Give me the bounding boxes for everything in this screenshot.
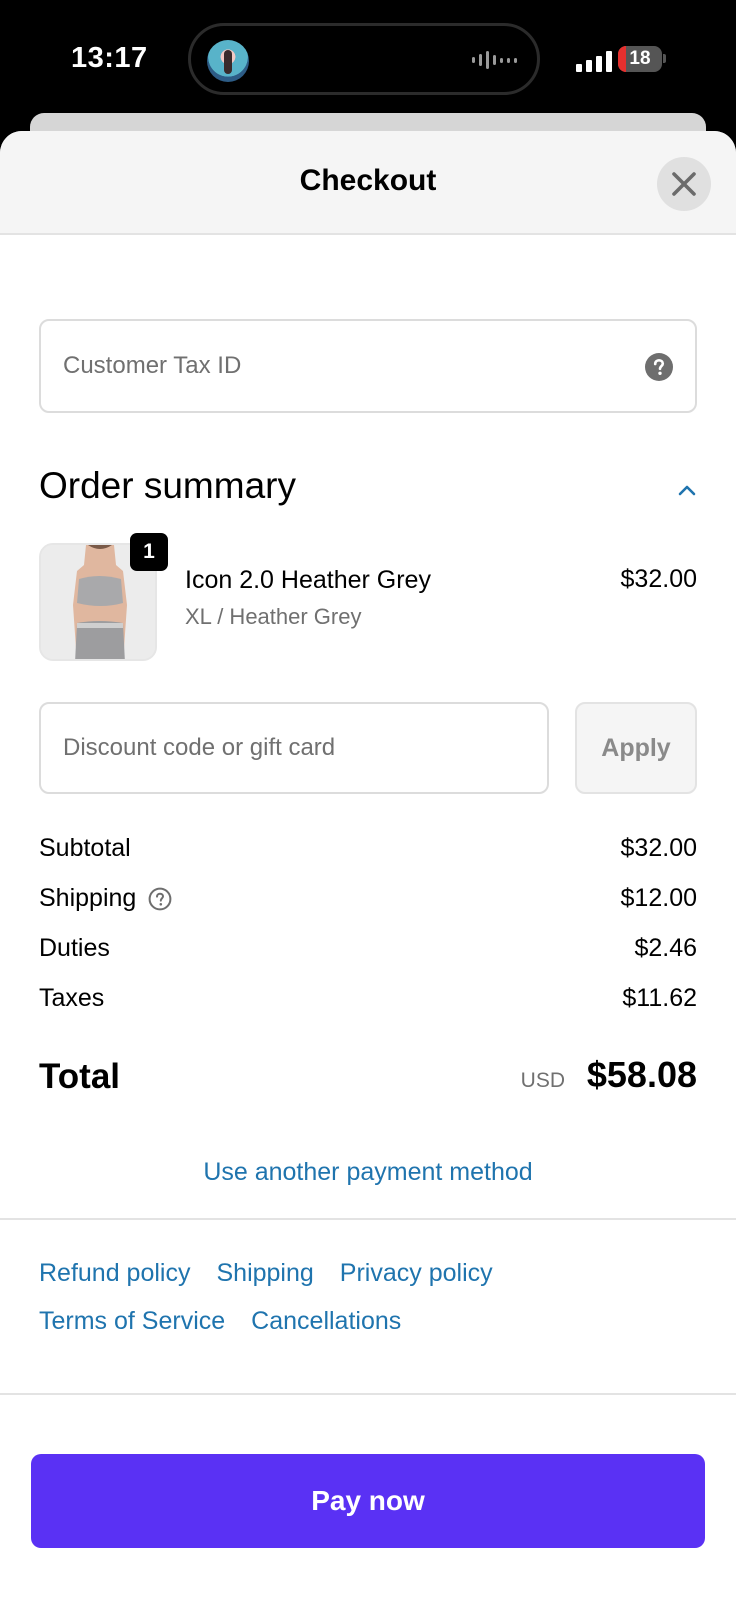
refund-policy-link[interactable]: Refund policy — [39, 1259, 190, 1287]
question-circle-icon[interactable] — [645, 353, 673, 381]
cancellations-link[interactable]: Cancellations — [251, 1307, 401, 1335]
subtotal-label: Subtotal — [39, 834, 131, 862]
pay-now-button[interactable]: Pay now — [31, 1454, 705, 1548]
terms-of-service-link[interactable]: Terms of Service — [39, 1307, 225, 1335]
total-currency: USD — [520, 1069, 565, 1092]
taxes-label: Taxes — [39, 984, 105, 1012]
duties-label: Duties — [39, 934, 110, 962]
shipping-row: Shipping $12.00 — [39, 884, 697, 918]
shipping-label: Shipping — [39, 884, 137, 912]
policy-links: Refund policy Shipping Privacy policy Te… — [39, 1259, 699, 1335]
shipping-policy-link[interactable]: Shipping — [216, 1259, 313, 1287]
checkout-sheet: Checkout Order summary 1 Icon 2.0 Heathe… — [0, 131, 736, 1600]
duties-value: $2.46 — [634, 934, 697, 962]
discount-code-input[interactable] — [41, 704, 547, 792]
sheet-header: Checkout — [0, 131, 736, 235]
status-time: 13:17 — [71, 42, 148, 74]
shipping-value: $12.00 — [620, 884, 697, 912]
close-icon — [672, 172, 696, 196]
audio-waveform-icon — [472, 50, 517, 70]
quantity-badge: 1 — [130, 533, 168, 571]
page-title: Checkout — [299, 164, 437, 197]
battery-tip — [663, 54, 666, 63]
customer-tax-id-input[interactable] — [41, 321, 695, 411]
total-value: $58.08 — [586, 1054, 697, 1095]
order-summary-heading: Order summary — [39, 465, 296, 506]
subtotal-value: $32.00 — [620, 834, 697, 862]
status-bar: 13:17 18 — [0, 0, 736, 118]
discount-code-field[interactable] — [39, 702, 549, 794]
close-button[interactable] — [657, 157, 711, 211]
customer-tax-id-field[interactable] — [39, 319, 697, 413]
product-variant: XL / Heather Grey — [185, 604, 362, 629]
use-another-payment-method-link[interactable]: Use another payment method — [0, 1158, 736, 1187]
product-price: $32.00 — [620, 565, 697, 593]
divider — [0, 1218, 736, 1220]
taxes-row: Taxes $11.62 — [39, 984, 697, 1018]
privacy-policy-link[interactable]: Privacy policy — [340, 1259, 493, 1287]
taxes-value: $11.62 — [622, 984, 697, 1012]
divider — [0, 1393, 736, 1395]
now-playing-artwork — [207, 40, 249, 82]
battery-level: 18 — [629, 48, 651, 69]
product-name: Icon 2.0 Heather Grey — [185, 566, 431, 594]
battery-icon: 18 — [618, 46, 662, 72]
subtotal-row: Subtotal $32.00 — [39, 834, 697, 868]
dynamic-island[interactable] — [188, 23, 540, 95]
total-label: Total — [39, 1057, 121, 1096]
chevron-up-icon[interactable] — [676, 483, 698, 497]
cellular-signal-icon — [576, 50, 612, 72]
question-circle-outline-icon[interactable] — [148, 887, 172, 911]
apply-button[interactable]: Apply — [575, 702, 697, 794]
duties-row: Duties $2.46 — [39, 934, 697, 968]
